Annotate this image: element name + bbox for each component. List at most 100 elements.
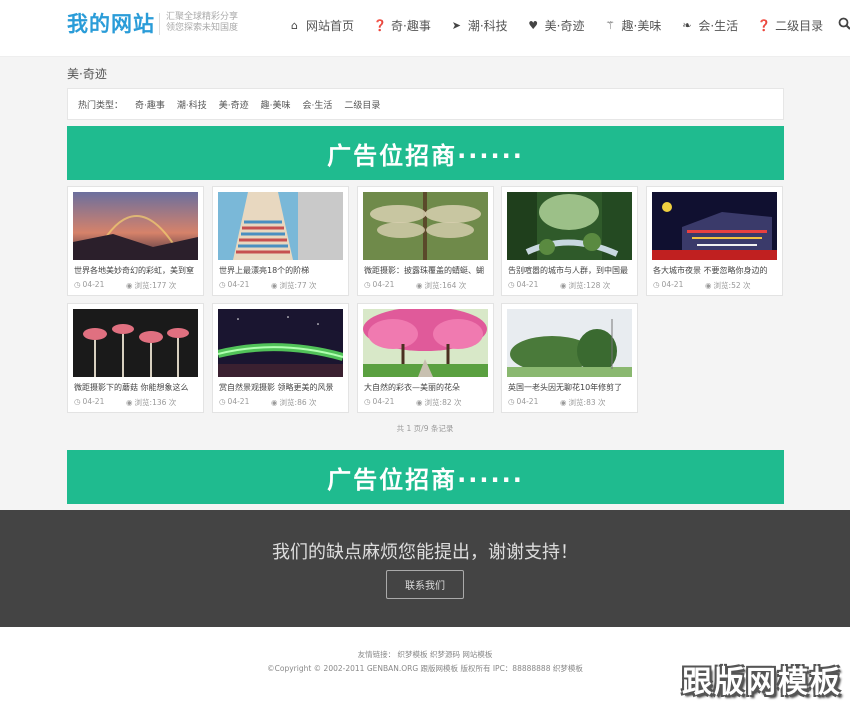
nav-item-qiqushi[interactable]: ❓ 奇·趣事 (373, 17, 431, 34)
article-meta: ◷ 04-21 ◉ 浏览:136 次 (74, 397, 176, 408)
slogan-line-2: 领您探索未知国度 (166, 23, 239, 33)
article-views: ◉ 浏览:77 次 (271, 281, 317, 290)
clock-icon: ◷ (74, 280, 81, 289)
article-views: ◉ 浏览:52 次 (705, 281, 751, 290)
article-thumbnail[interactable] (218, 309, 343, 377)
article-title[interactable]: 世界各地美妙奇幻的彩虹，美到窒 (74, 265, 199, 276)
main-nav: ⌂ 网站首页 ❓ 奇·趣事 ➤ 潮·科技 ♥ 美·奇迹 ⚚ 趣·美味 ❧ 会·生活 ❓ 二级目… (288, 17, 850, 34)
clock-icon: ◷ (508, 280, 515, 289)
site-footer: 友情链接： 织梦模板 织梦源码 网站模板 ©Copyright © 2002-2… (0, 627, 850, 701)
hot-types-label: 热门类型： (78, 100, 124, 111)
article-thumbnail[interactable] (507, 192, 632, 260)
eye-icon: ◉ (416, 398, 423, 407)
article-thumbnail[interactable] (73, 192, 198, 260)
nav-item-huishenghuo[interactable]: ❧ 会·生活 (680, 17, 738, 34)
article-title[interactable]: 大自然的彩衣—美丽的花朵 (364, 382, 489, 393)
nav-item-qumeiwei[interactable]: ⚚ 趣·美味 (604, 17, 662, 34)
article-card[interactable]: 各大城市夜景 不要忽略你身边的 ◷ 04-21 ◉ 浏览:52 次 (646, 186, 783, 296)
clock-icon: ◷ (219, 280, 226, 289)
article-title[interactable]: 微距摄影：披露珠覆盖的蜻蜓、蝴 (364, 265, 489, 276)
nav-label: 趣·美味 (621, 19, 662, 33)
eye-icon: ◉ (705, 281, 712, 290)
article-meta: ◷ 04-21 ◉ 浏览:164 次 (364, 280, 466, 291)
slogan-line-1: 汇聚全球精彩分享 (166, 12, 239, 22)
eye-icon: ◉ (560, 281, 567, 290)
logo-divider (159, 13, 160, 35)
site-logo[interactable]: 我的网站 (67, 8, 155, 38)
clock-icon: ◷ (74, 397, 81, 406)
hot-types-bar: 热门类型： 奇·趣事 潮·科技 美·奇迹 趣·美味 会·生活 二级目录 (67, 88, 784, 120)
hot-type-link[interactable]: 二级目录 (344, 98, 380, 111)
paper-plane-icon: ➤ (451, 19, 461, 32)
article-card[interactable]: 世界上最漂亮18个的阶梯 ◷ 04-21 ◉ 浏览:77 次 (212, 186, 349, 296)
article-date: ◷ 04-21 (74, 397, 105, 406)
article-thumbnail[interactable] (73, 309, 198, 377)
nav-label: 美·奇迹 (544, 19, 585, 33)
site-header: 我的网站 汇聚全球精彩分享 领您探索未知国度 ⌂ 网站首页 ❓ 奇·趣事 ➤ 潮·科技… (0, 0, 850, 57)
heart-icon: ♥ (528, 19, 539, 32)
article-card[interactable]: 微距摄影下的蘑菇 你能想象这么 ◷ 04-21 ◉ 浏览:136 次 (67, 303, 204, 413)
page-title: 美·奇迹 (67, 67, 107, 81)
feedback-section: 我们的缺点麻烦您能提出，谢谢支持！ 联系我们 (0, 510, 850, 627)
clock-icon: ◷ (364, 397, 371, 406)
hot-type-link[interactable]: 奇·趣事 (135, 98, 165, 111)
article-card[interactable]: 英国一老头因无聊花10年修剪了 ◷ 04-21 ◉ 浏览:83 次 (501, 303, 638, 413)
article-thumbnail[interactable] (363, 192, 488, 260)
article-views: ◉ 浏览:136 次 (126, 398, 177, 407)
article-date: ◷ 04-21 (364, 280, 395, 289)
article-date: ◷ 04-21 (653, 280, 684, 289)
hot-type-link[interactable]: 会·生活 (303, 98, 333, 111)
article-card[interactable]: 告别喧嚣的城市与人群，到中国最 ◷ 04-21 ◉ 浏览:128 次 (501, 186, 638, 296)
watermark-logo: 跟版网模板 (682, 665, 842, 700)
feedback-text: 我们的缺点麻烦您能提出，谢谢支持！ (272, 542, 578, 563)
article-thumbnail[interactable] (507, 309, 632, 377)
article-date: ◷ 04-21 (508, 397, 539, 406)
nav-item-meiqiji[interactable]: ♥ 美·奇迹 (527, 17, 585, 34)
article-meta: ◷ 04-21 ◉ 浏览:77 次 (219, 280, 317, 291)
nav-label: 奇·趣事 (391, 19, 431, 33)
article-title[interactable]: 告别喧嚣的城市与人群，到中国最 (508, 265, 633, 276)
article-card[interactable]: 世界各地美妙奇幻的彩虹，美到窒 ◷ 04-21 ◉ 浏览:177 次 (67, 186, 204, 296)
nav-item-chaokeji[interactable]: ➤ 潮·科技 (450, 17, 508, 34)
article-views: ◉ 浏览:82 次 (416, 398, 462, 407)
article-date: ◷ 04-21 (219, 280, 250, 289)
nav-label: 潮·科技 (467, 19, 508, 33)
clock-icon: ◷ (508, 397, 515, 406)
article-views: ◉ 浏览:177 次 (126, 281, 177, 290)
search-icon[interactable] (838, 17, 850, 34)
article-title[interactable]: 世界上最漂亮18个的阶梯 (219, 265, 344, 276)
article-thumbnail[interactable] (218, 192, 343, 260)
eye-icon: ◉ (416, 281, 423, 290)
eye-icon: ◉ (560, 398, 567, 407)
nav-label: 二级目录 (775, 19, 824, 33)
nav-item-erjimulu[interactable]: ❓ 二级目录 (757, 17, 823, 34)
article-views: ◉ 浏览:164 次 (416, 281, 467, 290)
article-card[interactable]: 大自然的彩衣—美丽的花朵 ◷ 04-21 ◉ 浏览:82 次 (357, 303, 494, 413)
article-meta: ◷ 04-21 ◉ 浏览:86 次 (219, 397, 317, 408)
article-card[interactable]: 赏自然景观摄影 领略更美的风景 ◷ 04-21 ◉ 浏览:86 次 (212, 303, 349, 413)
article-date: ◷ 04-21 (74, 280, 105, 289)
hot-type-link[interactable]: 美·奇迹 (219, 98, 249, 111)
article-meta: ◷ 04-21 ◉ 浏览:128 次 (508, 280, 610, 291)
article-thumbnail[interactable] (652, 192, 777, 260)
article-views: ◉ 浏览:128 次 (560, 281, 611, 290)
article-meta: ◷ 04-21 ◉ 浏览:52 次 (653, 280, 751, 291)
article-title[interactable]: 赏自然景观摄影 领略更美的风景 (219, 382, 344, 393)
nav-item-home[interactable]: ⌂ 网站首页 (288, 17, 354, 34)
ad-banner-top[interactable]: 广告位招商······ (67, 126, 784, 180)
clock-icon: ◷ (219, 397, 226, 406)
article-thumbnail[interactable] (363, 309, 488, 377)
article-title[interactable]: 英国一老头因无聊花10年修剪了 (508, 382, 633, 393)
hot-type-link[interactable]: 潮·科技 (177, 98, 207, 111)
ad-banner-bottom[interactable]: 广告位招商······ (67, 450, 784, 504)
article-title[interactable]: 各大城市夜景 不要忽略你身边的 (653, 265, 778, 276)
nav-label: 网站首页 (306, 19, 355, 33)
article-meta: ◷ 04-21 ◉ 浏览:82 次 (364, 397, 462, 408)
article-title[interactable]: 微距摄影下的蘑菇 你能想象这么 (74, 382, 199, 393)
clock-icon: ◷ (364, 280, 371, 289)
site-slogan: 汇聚全球精彩分享 领您探索未知国度 (166, 12, 238, 34)
cutlery-icon: ⚚ (605, 19, 615, 32)
hot-type-link[interactable]: 趣·美味 (261, 98, 291, 111)
contact-us-button[interactable]: 联系我们 (386, 570, 464, 599)
article-card[interactable]: 微距摄影：披露珠覆盖的蜻蜓、蝴 ◷ 04-21 ◉ 浏览:164 次 (357, 186, 494, 296)
